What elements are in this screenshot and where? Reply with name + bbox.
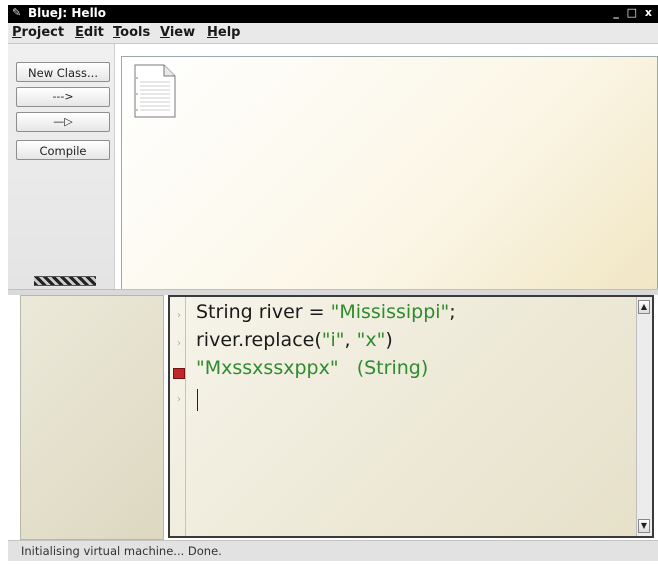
window-title: BlueJ: Hello: [28, 6, 107, 20]
menu-help[interactable]: Help: [207, 25, 240, 40]
window-controls[interactable]: _ □ x: [613, 6, 654, 19]
compile-button[interactable]: Compile: [16, 140, 110, 160]
scroll-up-icon[interactable]: ▲: [638, 300, 650, 314]
text-cursor: [197, 389, 198, 411]
menu-edit[interactable]: Edit: [75, 25, 104, 40]
codepad[interactable]: › String river = "Mississippi"; › river.…: [168, 295, 654, 538]
prompt-marker-icon: ›: [177, 338, 181, 349]
codepad-line-2: river.replace("i", "x"): [196, 329, 393, 351]
menu-project[interactable]: Project: [12, 25, 64, 40]
object-result-icon[interactable]: [173, 368, 185, 379]
class-diagram-area[interactable]: [121, 56, 658, 290]
codepad-line-1: String river = "Mississippi";: [196, 301, 456, 323]
uses-arrow-button[interactable]: --->: [16, 87, 110, 107]
inheritance-arrow-button[interactable]: —▷: [16, 112, 110, 132]
prompt-marker-icon: ›: [177, 310, 181, 321]
menu-view[interactable]: View: [160, 25, 195, 40]
scroll-down-icon[interactable]: ▼: [638, 519, 650, 533]
status-bar: Initialising virtual machine... Done.: [8, 540, 658, 561]
object-bench[interactable]: [20, 295, 164, 540]
menu-bar: Project Edit Tools View Help: [8, 23, 658, 44]
status-message: Initialising virtual machine... Done.: [21, 544, 222, 558]
bluej-app-icon: ✎: [12, 6, 22, 19]
new-class-button[interactable]: New Class...: [16, 62, 110, 82]
codepad-result: "Mxssxssxppx" (String): [196, 357, 429, 379]
prompt-marker-icon: ›: [177, 394, 181, 405]
work-indicator: [34, 276, 96, 286]
codepad-scrollbar[interactable]: ▲ ▼: [636, 297, 652, 536]
menu-tools[interactable]: Tools: [113, 25, 150, 40]
readme-document-icon[interactable]: [134, 64, 176, 118]
gutter-divider: [185, 297, 186, 536]
title-bar: ✎ BlueJ: Hello _ □ x: [8, 5, 658, 23]
